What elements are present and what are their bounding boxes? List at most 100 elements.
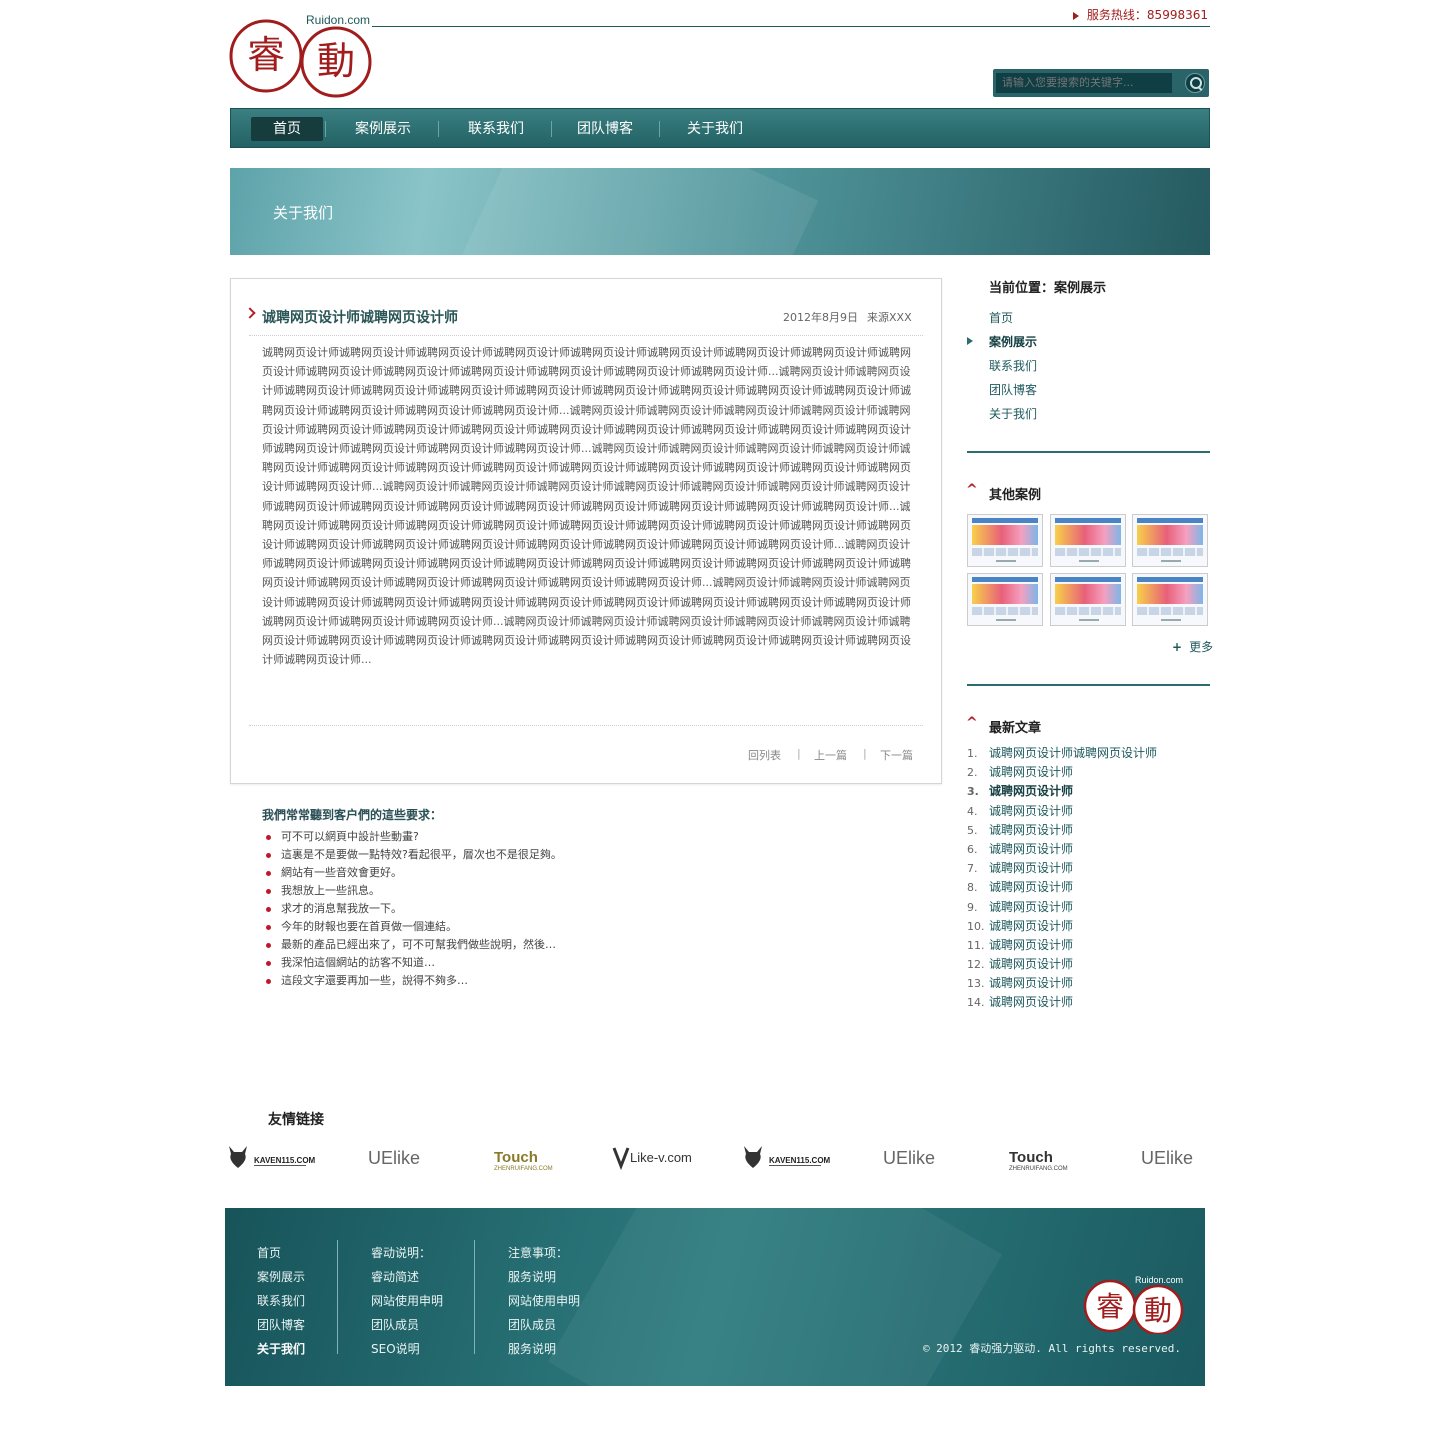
latest-article-title: 诚聘网页设计师	[989, 880, 1074, 895]
copyright: © 2012 睿动强力驱动. All rights reserved.	[922, 1342, 1181, 1355]
friend-logo-touch[interactable]: Touch ZHENRUIFANG.COM	[492, 1142, 562, 1174]
cases-title: 其他案例	[989, 488, 1042, 503]
footer-link[interactable]: 团队博客	[257, 1313, 305, 1337]
latest-article-number: 4.	[967, 804, 978, 818]
latest-article-item[interactable]: 11. 诚聘网页设计师	[967, 936, 1157, 955]
case-thumbnail[interactable]	[1050, 573, 1126, 626]
svg-text:Touch: Touch	[1009, 1149, 1053, 1166]
bullet-icon	[266, 835, 271, 840]
case-thumbnail[interactable]	[967, 514, 1043, 567]
footer-link[interactable]: 首页	[257, 1241, 305, 1265]
latest-article-item[interactable]: 4. 诚聘网页设计师	[967, 802, 1157, 821]
friend-logo-kaven[interactable]: KAVEN115.COM	[741, 1142, 831, 1174]
bullet-icon	[266, 943, 271, 948]
nav-item-home[interactable]: 首页	[251, 117, 323, 141]
logo-site-text: Ruidon.com	[306, 13, 370, 27]
footer-link[interactable]: 团队成员	[508, 1313, 580, 1337]
bullet-icon	[266, 889, 271, 894]
latest-article-item[interactable]: 12. 诚聘网页设计师	[967, 955, 1157, 974]
list-item: 求才的消息幫我放一下。	[266, 900, 562, 918]
sidebar-item-home[interactable]: 首页	[989, 309, 1013, 326]
footer-link[interactable]: 团队成员	[371, 1313, 443, 1337]
case-thumbnail[interactable]	[967, 573, 1043, 626]
footer-link[interactable]: 案例展示	[257, 1265, 305, 1289]
nav-item-blog[interactable]: 团队博客	[569, 117, 641, 141]
nav-item-about[interactable]: 关于我们	[679, 117, 751, 141]
latest-article-item[interactable]: 2. 诚聘网页设计师	[967, 763, 1157, 782]
latest-article-item[interactable]: 3. 诚聘网页设计师	[967, 782, 1157, 801]
footer-link[interactable]: 网站使用申明	[508, 1289, 580, 1313]
prev-article-link[interactable]: 上一篇	[814, 747, 847, 763]
search-input[interactable]	[996, 73, 1172, 93]
friend-logo-uelike[interactable]: UElike	[1139, 1142, 1203, 1174]
sidebar-divider	[967, 684, 1210, 686]
nav-item-contact[interactable]: 联系我们	[460, 117, 532, 141]
footer-heading: 睿动说明：	[371, 1246, 432, 1260]
friend-logo-kaven[interactable]: KAVEN115.COM	[226, 1142, 316, 1174]
svg-text:KAVEN115.COM: KAVEN115.COM	[769, 1156, 831, 1165]
next-article-link[interactable]: 下一篇	[880, 747, 913, 763]
latest-article-item[interactable]: 6. 诚聘网页设计师	[967, 840, 1157, 859]
latest-article-item[interactable]: 13. 诚聘网页设计师	[967, 974, 1157, 993]
bullet-icon	[266, 925, 271, 930]
friend-logo-likev[interactable]: Like-v.com	[612, 1142, 694, 1174]
latest-article-title: 诚聘网页设计师	[989, 937, 1074, 952]
friend-logo-touch[interactable]: Touch ZHENRUIFANG.COM	[1007, 1142, 1077, 1174]
list-item: 我想放上一些訊息。	[266, 882, 562, 900]
search-icon[interactable]	[1185, 73, 1205, 93]
friend-logo-uelike[interactable]: UElike	[881, 1142, 945, 1174]
latest-article-item[interactable]: 9. 诚聘网页设计师	[967, 898, 1157, 917]
page-banner: 关于我们	[230, 168, 1210, 255]
article-body: 诚聘网页设计师诚聘网页设计师诚聘网页设计师诚聘网页设计师诚聘网页设计师诚聘网页设…	[262, 346, 911, 667]
list-item: 最新的產品已經出來了，可不可幫我們做些說明，然後…	[266, 936, 562, 954]
case-thumbnail[interactable]	[1132, 573, 1208, 626]
latest-article-number: 1.	[967, 747, 978, 760]
sidebar-item-about[interactable]: 关于我们	[989, 405, 1037, 422]
latest-article-item[interactable]: 7. 诚聘网页设计师	[967, 859, 1157, 878]
latest-article-item[interactable]: 5. 诚聘网页设计师	[967, 821, 1157, 840]
case-thumbnail[interactable]	[1050, 514, 1126, 567]
sidebar-item-blog[interactable]: 团队博客	[989, 381, 1037, 398]
sidebar-item-contact[interactable]: 联系我们	[989, 357, 1037, 374]
site-logo[interactable]: 睿 動 Ruidon.com	[228, 10, 378, 102]
bullet-icon	[266, 853, 271, 858]
footer-link[interactable]: 服务说明	[508, 1337, 580, 1361]
link-separator: |	[797, 747, 801, 760]
hotline-number: 85998361	[1146, 8, 1208, 22]
footer-logo[interactable]: 睿 動 Ruidon.com	[1083, 1272, 1185, 1334]
footer-link[interactable]: SEO说明	[371, 1337, 443, 1361]
more-link[interactable]: + 更多	[1172, 638, 1213, 655]
back-to-list-link[interactable]: 回列表	[748, 747, 781, 763]
latest-article-item[interactable]: 10. 诚聘网页设计师	[967, 917, 1157, 936]
latest-article-item[interactable]: 8. 诚聘网页设计师	[967, 878, 1157, 897]
latest-article-title: 诚聘网页设计师	[989, 957, 1074, 972]
footer-link[interactable]: 睿动简述	[371, 1265, 443, 1289]
divider	[249, 335, 923, 336]
nav-item-cases[interactable]: 案例展示	[347, 117, 419, 141]
latest-title: 最新文章	[989, 721, 1042, 736]
footer-divider	[337, 1240, 338, 1354]
latest-article-title: 诚聘网页设计师	[989, 861, 1074, 876]
latest-article-item[interactable]: 1. 诚聘网页设计师诚聘网页设计师	[967, 744, 1157, 763]
sidebar-item-cases[interactable]: 案例展示	[989, 333, 1037, 350]
latest-article-title: 诚聘网页设计师	[989, 899, 1074, 914]
case-thumbnail[interactable]	[1132, 514, 1208, 567]
latest-articles-list: 1. 诚聘网页设计师诚聘网页设计师 2. 诚聘网页设计师 3. 诚聘网页设计师 4. 诚聘网页…	[967, 744, 1157, 1013]
nav-divider	[659, 121, 660, 137]
latest-article-item[interactable]: 14. 诚聘网页设计师	[967, 993, 1157, 1012]
article-source: 来源XXX	[867, 311, 912, 324]
latest-article-number: 11.	[967, 938, 985, 952]
list-item: 今年的財報也要在首頁做一個連結。	[266, 918, 562, 936]
svg-text:UElike: UElike	[883, 1148, 935, 1168]
sidebar-divider	[967, 451, 1210, 453]
footer-link[interactable]: 服务说明	[508, 1265, 580, 1289]
friend-logo-uelike[interactable]: UElike	[366, 1142, 430, 1174]
footer-link[interactable]: 关于我们	[257, 1337, 305, 1361]
footer-link[interactable]: 联系我们	[257, 1289, 305, 1313]
svg-text:UElike: UElike	[368, 1148, 420, 1168]
caret-up-icon: ^	[966, 715, 978, 731]
latest-article-title: 诚聘网页设计师诚聘网页设计师	[989, 746, 1158, 760]
latest-article-title: 诚聘网页设计师	[989, 822, 1074, 837]
chevron-right-icon	[244, 307, 256, 319]
footer-link[interactable]: 网站使用申明	[371, 1289, 443, 1313]
